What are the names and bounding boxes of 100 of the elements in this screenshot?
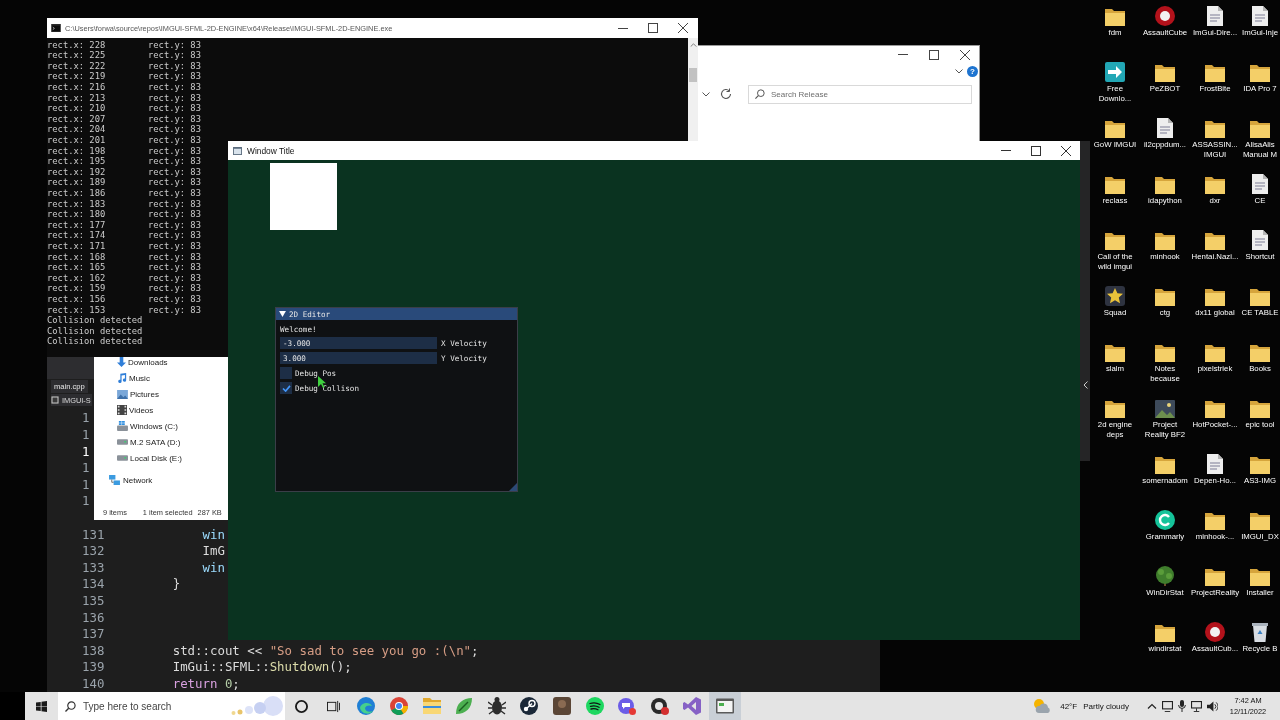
maximize-icon[interactable] bbox=[1031, 145, 1041, 156]
folder-icon bbox=[1250, 65, 1270, 82]
photo-tile-icon[interactable] bbox=[553, 697, 572, 715]
console-output: rect.y: 83 bbox=[148, 198, 201, 210]
document-icon bbox=[1157, 118, 1173, 138]
film-icon bbox=[117, 405, 127, 415]
nav-item[interactable]: Network bbox=[109, 475, 153, 485]
folder-icon bbox=[1205, 121, 1225, 138]
checkbox[interactable] bbox=[280, 367, 292, 379]
minimize-icon[interactable] bbox=[618, 27, 628, 29]
nav-item[interactable]: Windows (C:) bbox=[117, 421, 178, 431]
document-icon bbox=[1252, 230, 1268, 250]
refresh-icon[interactable] bbox=[720, 88, 732, 100]
console-output: rect.x: 171 bbox=[47, 240, 106, 252]
monitor-icon[interactable] bbox=[1191, 700, 1202, 712]
scrollbar-thumb[interactable] bbox=[689, 68, 697, 82]
leaf-icon[interactable] bbox=[455, 697, 474, 715]
line-number: 132 bbox=[82, 544, 105, 558]
console-output: rect.y: 83 bbox=[148, 135, 201, 146]
chevron-down-icon[interactable] bbox=[955, 69, 963, 74]
nav-item[interactable]: Downloads bbox=[117, 357, 168, 367]
nav-item[interactable]: Local Disk (E:) bbox=[117, 453, 182, 463]
chevron-left-icon[interactable] bbox=[1082, 381, 1088, 389]
document-icon bbox=[1252, 174, 1268, 194]
folder-icon bbox=[1205, 233, 1225, 250]
swirl-icon[interactable] bbox=[357, 697, 376, 715]
console-output: rect.y: 83 bbox=[148, 209, 201, 220]
console-output: rect.y: 83 bbox=[148, 219, 201, 231]
console-output: rect.x: 183 bbox=[47, 198, 106, 210]
maximize-icon[interactable] bbox=[648, 23, 658, 33]
folder-icon bbox=[1250, 569, 1270, 586]
sound-waves-icon[interactable] bbox=[585, 697, 604, 715]
console-output: rect.x: 219 bbox=[47, 71, 106, 83]
line-number: 133 bbox=[82, 560, 105, 574]
console-output: rect.y: 83 bbox=[148, 50, 201, 61]
console-output: rect.y: 83 bbox=[148, 283, 201, 294]
window-icon[interactable] bbox=[709, 692, 741, 720]
collapse-arrow-icon[interactable] bbox=[279, 311, 286, 317]
folder-icon bbox=[1205, 401, 1225, 418]
valve-circle-icon[interactable] bbox=[520, 697, 539, 715]
microphone-icon[interactable] bbox=[1178, 700, 1186, 712]
document-icon bbox=[1207, 6, 1223, 26]
folder-icon bbox=[1155, 177, 1175, 194]
console-output: Collision detected bbox=[47, 315, 143, 326]
chevron-up-icon[interactable] bbox=[1147, 703, 1157, 709]
console-output: rect.x: 201 bbox=[47, 135, 106, 146]
ring-circle-icon[interactable] bbox=[390, 697, 409, 715]
console-output: rect.x: 192 bbox=[47, 166, 106, 178]
search-field[interactable]: Search Release bbox=[748, 84, 972, 104]
toolbar-background bbox=[47, 357, 94, 379]
console-output: rect.x: 225 bbox=[47, 50, 106, 61]
console-output: rect.x: 165 bbox=[47, 262, 106, 273]
console-output: rect.x: 162 bbox=[47, 272, 106, 284]
weather-condition[interactable]: Partly cloudy bbox=[1083, 701, 1129, 711]
chat-bubble-icon[interactable] bbox=[618, 697, 637, 715]
console-output: rect.y: 83 bbox=[148, 103, 201, 114]
document-icon bbox=[1252, 6, 1268, 26]
folder-icon bbox=[1155, 345, 1175, 362]
caret-down-icon[interactable] bbox=[702, 91, 710, 97]
folder-icon bbox=[1250, 513, 1270, 530]
console-output: rect.x: 174 bbox=[47, 230, 106, 241]
close-icon[interactable] bbox=[678, 23, 688, 33]
nav-item[interactable]: Videos bbox=[117, 405, 154, 415]
console-output: rect.y: 83 bbox=[148, 304, 201, 316]
console-output: rect.x: 195 bbox=[47, 156, 106, 167]
maximize-icon[interactable] bbox=[929, 49, 939, 60]
disc-icon[interactable] bbox=[650, 697, 669, 715]
circle-icon[interactable] bbox=[294, 699, 308, 713]
nav-item[interactable]: Music bbox=[117, 373, 150, 383]
console-output: rect.y: 83 bbox=[148, 177, 201, 188]
help-button[interactable]: ? bbox=[967, 66, 978, 77]
close-icon[interactable] bbox=[960, 49, 970, 60]
nav-item[interactable]: Pictures bbox=[117, 389, 159, 399]
display-icon[interactable] bbox=[1162, 700, 1173, 712]
line-number: 131 bbox=[82, 527, 105, 541]
line-number: 134 bbox=[82, 577, 105, 591]
folder-icon[interactable] bbox=[422, 697, 441, 715]
folder-icon bbox=[1205, 513, 1225, 530]
scrollbar[interactable] bbox=[688, 38, 698, 141]
code-line: } bbox=[172, 577, 181, 591]
close-icon[interactable] bbox=[1061, 145, 1071, 156]
speaker-icon[interactable] bbox=[1207, 700, 1218, 712]
window-panes-icon[interactable] bbox=[36, 700, 47, 712]
folder-icon bbox=[1205, 289, 1225, 306]
folder-icon bbox=[1250, 401, 1270, 418]
checkbox[interactable] bbox=[280, 382, 292, 394]
task-view-icon[interactable] bbox=[327, 699, 341, 713]
ribbon-icon[interactable] bbox=[683, 697, 702, 715]
folder-icon bbox=[1250, 457, 1270, 474]
weather-temperature[interactable]: 42°F bbox=[1060, 701, 1078, 711]
search-field[interactable]: Type here to search bbox=[58, 692, 285, 720]
bug-icon[interactable] bbox=[487, 697, 506, 715]
nav-item[interactable]: M.2 SATA (D:) bbox=[117, 437, 181, 447]
console-output: rect.y: 83 bbox=[148, 272, 201, 284]
search-icon bbox=[65, 700, 76, 712]
resize-grip[interactable] bbox=[509, 483, 517, 491]
code-line: ImGui::SFML::Shutdown(); bbox=[172, 660, 352, 674]
folder-icon bbox=[1155, 625, 1175, 642]
line-number: 137 bbox=[82, 627, 105, 641]
folder-icon bbox=[1205, 569, 1225, 586]
